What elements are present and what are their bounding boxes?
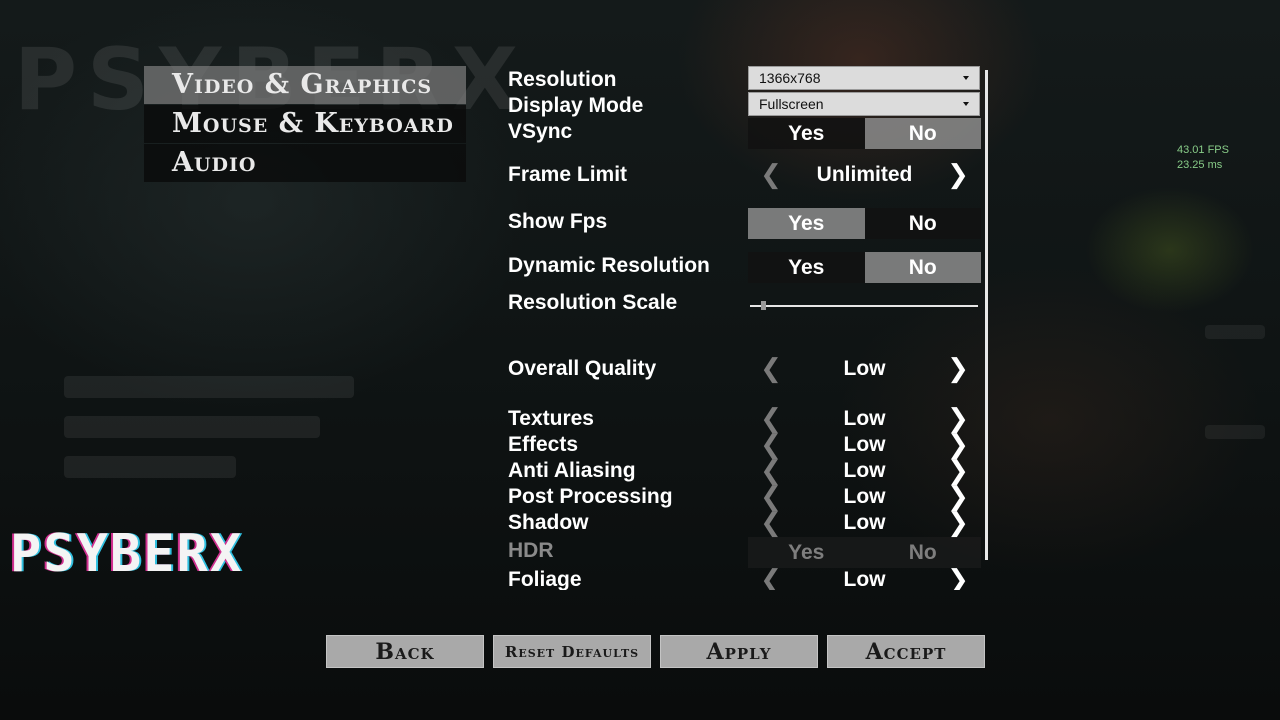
background-blur-text bbox=[64, 376, 354, 398]
chevron-left-icon[interactable]: ❮ bbox=[756, 405, 786, 433]
display-mode-value: Fullscreen bbox=[759, 96, 824, 112]
show-fps-toggle: Yes No bbox=[748, 208, 981, 239]
settings-scrollbar[interactable] bbox=[985, 70, 988, 560]
background-blur-text bbox=[1205, 325, 1265, 339]
frame-time-value: 23.25 ms bbox=[1177, 159, 1223, 171]
textures-value: Low bbox=[843, 407, 886, 430]
shadow-stepper: ❮ Low ❯ bbox=[748, 509, 981, 537]
setting-foliage: Foliage ❮ Low ❯ bbox=[508, 566, 983, 590]
resolution-scale-slider[interactable] bbox=[750, 300, 978, 312]
background-blur-text bbox=[1205, 425, 1265, 439]
textures-stepper: ❮ Low ❯ bbox=[748, 405, 981, 433]
chevron-left-icon[interactable]: ❮ bbox=[756, 161, 786, 189]
setting-show-fps: Show Fps Yes No bbox=[508, 208, 983, 240]
setting-vsync: VSync Yes No bbox=[508, 118, 983, 150]
chevron-right-icon[interactable]: ❯ bbox=[943, 405, 973, 433]
resolution-dropdown[interactable]: 1366x768 bbox=[748, 66, 980, 90]
chevron-down-icon bbox=[963, 102, 969, 106]
chevron-right-icon[interactable]: ❯ bbox=[943, 161, 973, 189]
display-mode-label: Display Mode bbox=[508, 94, 644, 117]
overall-quality-label: Overall Quality bbox=[508, 357, 657, 380]
chevron-right-icon[interactable]: ❯ bbox=[943, 355, 973, 383]
anti-aliasing-stepper: ❮ Low ❯ bbox=[748, 457, 981, 485]
frame-limit-value: Unlimited bbox=[816, 163, 913, 186]
chevron-right-icon[interactable]: ❯ bbox=[943, 457, 973, 485]
vsync-label: VSync bbox=[508, 120, 573, 143]
action-buttons: Back Reset Defaults Apply Accept bbox=[326, 635, 985, 668]
game-logo: PSYBERX bbox=[10, 524, 244, 584]
reset-defaults-button[interactable]: Reset Defaults bbox=[493, 635, 651, 668]
vsync-toggle: Yes No bbox=[748, 118, 981, 149]
chevron-left-icon[interactable]: ❮ bbox=[756, 483, 786, 511]
settings-category-tabs: Video & Graphics Mouse & Keyboard Audio bbox=[144, 66, 466, 183]
tab-mouse-keyboard[interactable]: Mouse & Keyboard bbox=[144, 105, 466, 143]
vsync-yes-option[interactable]: Yes bbox=[748, 118, 865, 149]
shadow-value: Low bbox=[843, 511, 886, 534]
frame-limit-label: Frame Limit bbox=[508, 163, 628, 186]
resolution-label: Resolution bbox=[508, 68, 617, 91]
chevron-left-icon[interactable]: ❮ bbox=[756, 355, 786, 383]
show-fps-yes-option[interactable]: Yes bbox=[748, 208, 865, 239]
display-mode-dropdown[interactable]: Fullscreen bbox=[748, 92, 980, 116]
chevron-left-icon[interactable]: ❮ bbox=[756, 566, 786, 590]
effects-stepper: ❮ Low ❯ bbox=[748, 431, 981, 459]
show-fps-label: Show Fps bbox=[508, 210, 608, 233]
hdr-yes-option: Yes bbox=[748, 537, 865, 568]
post-processing-value: Low bbox=[843, 485, 886, 508]
overall-quality-stepper: ❮ Low ❯ bbox=[748, 355, 981, 383]
background-blur-text bbox=[64, 416, 320, 438]
chevron-right-icon[interactable]: ❯ bbox=[943, 483, 973, 511]
foliage-label: Foliage bbox=[508, 568, 582, 590]
resolution-value: 1366x768 bbox=[759, 70, 821, 86]
chevron-left-icon[interactable]: ❮ bbox=[756, 431, 786, 459]
hdr-no-option: No bbox=[864, 537, 981, 568]
hdr-toggle: Yes No bbox=[748, 537, 981, 568]
anti-aliasing-label: Anti Aliasing bbox=[508, 459, 636, 482]
chevron-right-icon[interactable]: ❯ bbox=[943, 509, 973, 537]
setting-frame-limit: Frame Limit ❮ Unlimited ❯ bbox=[508, 161, 983, 193]
show-fps-no-option[interactable]: No bbox=[864, 208, 981, 239]
accept-button[interactable]: Accept bbox=[827, 635, 985, 668]
fps-value: 43.01 FPS bbox=[1177, 144, 1229, 156]
slider-thumb[interactable] bbox=[761, 301, 766, 310]
slider-track bbox=[750, 305, 978, 307]
post-processing-label: Post Processing bbox=[508, 485, 673, 508]
overall-quality-value: Low bbox=[843, 357, 886, 380]
dynamic-resolution-label: Dynamic Resolution bbox=[508, 254, 710, 277]
frame-limit-stepper: ❮ Unlimited ❯ bbox=[748, 161, 981, 189]
vsync-no-option[interactable]: No bbox=[864, 118, 981, 149]
chevron-down-icon bbox=[963, 76, 969, 80]
apply-button[interactable]: Apply bbox=[660, 635, 818, 668]
setting-overall-quality: Overall Quality ❮ Low ❯ bbox=[508, 355, 983, 387]
resolution-scale-label: Resolution Scale bbox=[508, 291, 678, 314]
anti-aliasing-value: Low bbox=[843, 459, 886, 482]
setting-resolution-scale: Resolution Scale bbox=[508, 289, 983, 321]
video-settings-panel: Resolution 1366x768 Display Mode Fullscr… bbox=[508, 0, 988, 590]
chevron-right-icon[interactable]: ❯ bbox=[943, 431, 973, 459]
dynamic-resolution-no-option[interactable]: No bbox=[864, 252, 981, 283]
effects-label: Effects bbox=[508, 433, 579, 456]
chevron-right-icon[interactable]: ❯ bbox=[943, 566, 973, 590]
setting-hdr: HDR Yes No bbox=[508, 537, 983, 569]
tab-video-graphics[interactable]: Video & Graphics bbox=[144, 66, 466, 104]
chevron-left-icon[interactable]: ❮ bbox=[756, 457, 786, 485]
background-blur-text bbox=[64, 456, 236, 478]
tab-audio[interactable]: Audio bbox=[144, 144, 466, 182]
effects-value: Low bbox=[843, 433, 886, 456]
foliage-stepper: ❮ Low ❯ bbox=[748, 566, 981, 590]
hdr-label: HDR bbox=[508, 539, 554, 562]
back-button[interactable]: Back bbox=[326, 635, 484, 668]
textures-label: Textures bbox=[508, 407, 594, 430]
dynamic-resolution-toggle: Yes No bbox=[748, 252, 981, 283]
dynamic-resolution-yes-option[interactable]: Yes bbox=[748, 252, 865, 283]
fps-counter: 43.01 FPS 23.25 ms bbox=[1177, 143, 1229, 173]
shadow-label: Shadow bbox=[508, 511, 589, 534]
setting-dynamic-resolution: Dynamic Resolution Yes No bbox=[508, 252, 983, 284]
chevron-left-icon[interactable]: ❮ bbox=[756, 509, 786, 537]
post-processing-stepper: ❮ Low ❯ bbox=[748, 483, 981, 511]
foliage-value: Low bbox=[843, 568, 886, 590]
